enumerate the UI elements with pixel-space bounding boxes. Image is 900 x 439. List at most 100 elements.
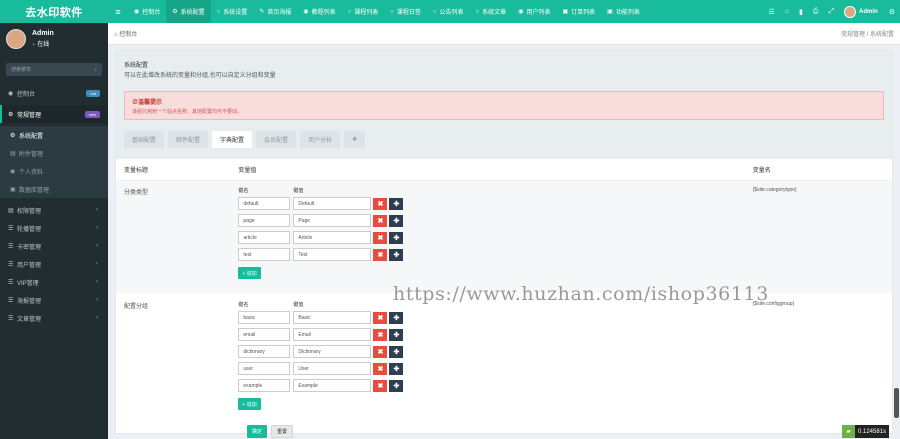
top-nav-item[interactable]: ◉ 教程列表 [297, 0, 341, 23]
kv-value-input[interactable]: Default [293, 197, 372, 210]
remove-pair-button[interactable]: ✖ [373, 362, 388, 375]
menu-icon[interactable]: ☰ [763, 8, 779, 16]
append-pair-button[interactable]: + 追加 [238, 267, 261, 279]
kv-value-input[interactable]: Test [293, 248, 372, 261]
sidebar-item[interactable]: ☰ 海报管理 ‹ [0, 291, 108, 309]
kv-value-input[interactable]: Page [293, 214, 372, 227]
drag-pair-button[interactable]: ✚ [389, 362, 404, 375]
top-nav-item[interactable]: ○ 公告列表 [427, 0, 470, 23]
kv-key-input[interactable]: dictionary [238, 345, 291, 358]
sidebar-item-icon: ☰ [8, 279, 14, 286]
kv-value-input[interactable]: Basic [293, 311, 372, 324]
top-nav-item[interactable]: ○ 课程列表 [342, 0, 385, 23]
sidebar-item[interactable]: ☰ VIP管理 ‹ [0, 273, 108, 291]
sidebar-item-icon: ◉ [8, 90, 14, 97]
drag-pair-button[interactable]: ✚ [389, 231, 404, 244]
remove-pair-button[interactable]: ✖ [373, 311, 388, 324]
sidebar-item[interactable]: ◉ 控制台 hot [0, 84, 108, 102]
kv-value-input[interactable]: Dictionary [293, 345, 372, 358]
top-nav-item[interactable]: ✎ 首页海报 [253, 0, 297, 23]
kv-key-input[interactable]: email [238, 328, 291, 341]
kv-value-input[interactable]: Example [293, 379, 372, 392]
sidebar-item-icon: ☰ [8, 225, 14, 232]
remove-pair-button[interactable]: ✖ [373, 379, 388, 392]
print-icon[interactable]: ⎙ [808, 8, 824, 16]
nav-item-icon: ○ [347, 8, 352, 15]
submit-button[interactable]: 确定 [247, 425, 268, 438]
nav-item-icon: ◉ [518, 9, 524, 15]
row-var-name: {$site.categorytype} [752, 187, 797, 193]
config-tab[interactable]: 用户分析 [300, 131, 341, 148]
clear-cache-icon[interactable]: ▮ [794, 8, 808, 16]
kv-value-input[interactable]: Email [293, 328, 372, 341]
kv-value-input[interactable]: Article [293, 231, 372, 244]
nav-item-icon: ○ [390, 8, 394, 15]
sidebar-item[interactable]: ▤ 权限管理 ‹ [0, 201, 108, 219]
config-tab[interactable]: 会员配置 [256, 131, 297, 148]
sidebar-item[interactable]: ⚙ 常规管理 new [0, 105, 108, 123]
kv-key-input[interactable]: test [238, 248, 291, 261]
sidebar-item-label: 用户管理 [17, 262, 42, 269]
kv-key-input[interactable]: basic [238, 311, 291, 324]
remove-pair-button[interactable]: ✖ [373, 231, 388, 244]
sidebar-item[interactable]: ☰ 轮播管理 ‹ [0, 219, 108, 237]
kv-row: article Article ✖ ✚ [238, 231, 752, 244]
drag-pair-button[interactable]: ✚ [389, 197, 404, 210]
scrollbar[interactable] [894, 388, 899, 418]
config-tab[interactable]: ✚ [344, 131, 366, 148]
sidebar-item[interactable]: ▤ 附件管理 [0, 144, 108, 162]
sidebar-toggle-icon[interactable]: ≡ [108, 7, 128, 17]
top-nav-item[interactable]: ◉ 用户列表 [512, 0, 556, 23]
fullscreen-icon[interactable]: ⤢ [823, 8, 839, 16]
table-row: 分类类型 键名 键值 default Default ✖ ✚ page Page ✖ ✚ articl… [116, 181, 892, 293]
config-tab[interactable]: 邮件配置 [168, 131, 209, 148]
sidebar-item[interactable]: ⚙ 系统配置 [0, 126, 108, 144]
top-nav-item[interactable]: ⚙ 系统配置 [166, 0, 211, 23]
drag-pair-button[interactable]: ✚ [389, 379, 404, 392]
top-nav-item[interactable]: ○ 系统文章 [470, 0, 513, 23]
top-nav-item[interactable]: ▣ 功能列表 [601, 0, 646, 23]
nav-item-label: 教程列表 [311, 10, 336, 16]
row-title: 配置分组 [124, 304, 149, 310]
kv-row: example Example ✖ ✚ [238, 379, 752, 392]
drag-pair-button[interactable]: ✚ [389, 248, 404, 261]
reset-button[interactable]: 重置 [271, 425, 294, 438]
sidebar-item-icon: ☰ [8, 261, 14, 268]
config-tab[interactable]: 字典配置 [212, 131, 253, 148]
top-nav-item[interactable]: ◉ 控制台 [128, 0, 166, 23]
breadcrumb-home[interactable]: ⌂ 控制台 [114, 29, 137, 38]
top-nav-item[interactable]: ○ 系统设置 [211, 0, 254, 23]
debug-timer[interactable]: ▰ 0.124581s [842, 425, 890, 438]
home-icon[interactable]: ⌂ [780, 8, 794, 15]
kv-key-input[interactable]: article [238, 231, 291, 244]
remove-pair-button[interactable]: ✖ [373, 345, 388, 358]
top-nav-item[interactable]: ○ 课程日签 [384, 0, 427, 23]
chevron-left-icon: ‹ [96, 279, 98, 285]
kv-key-input[interactable]: user [238, 362, 291, 375]
drag-pair-button[interactable]: ✚ [389, 345, 404, 358]
kv-value-input[interactable]: User [293, 362, 372, 375]
drag-pair-button[interactable]: ✚ [389, 214, 404, 227]
sidebar-item[interactable]: ☰ 文章管理 ‹ [0, 309, 108, 327]
remove-pair-button[interactable]: ✖ [373, 214, 388, 227]
append-pair-button[interactable]: + 追加 [238, 398, 261, 410]
config-tab[interactable]: 基础配置 [124, 131, 165, 148]
sidebar-search-input[interactable]: 搜索菜单 ⌕ [6, 63, 102, 76]
kv-key-input[interactable]: page [238, 214, 291, 227]
remove-pair-button[interactable]: ✖ [373, 248, 388, 261]
sidebar-item[interactable]: ☰ 用户管理 ‹ [0, 255, 108, 273]
kv-key-input[interactable]: example [238, 379, 291, 392]
top-nav-item[interactable]: ▣ 订单列表 [556, 0, 601, 23]
top-username[interactable]: Admin [859, 9, 884, 15]
settings-icon[interactable]: ⚙ [884, 8, 900, 16]
app-logo[interactable]: 去水印软件 [0, 0, 108, 23]
sidebar-item[interactable]: ◉ 个人资料 [0, 162, 108, 180]
top-avatar[interactable] [844, 5, 857, 18]
remove-pair-button[interactable]: ✖ [373, 197, 388, 210]
drag-pair-button[interactable]: ✚ [389, 328, 404, 341]
remove-pair-button[interactable]: ✖ [373, 328, 388, 341]
drag-pair-button[interactable]: ✚ [389, 311, 404, 324]
sidebar-item[interactable]: ☰ 卡密管理 ‹ [0, 237, 108, 255]
sidebar-item[interactable]: ▣ 数据库管理 [0, 180, 108, 198]
kv-key-input[interactable]: default [238, 197, 291, 210]
